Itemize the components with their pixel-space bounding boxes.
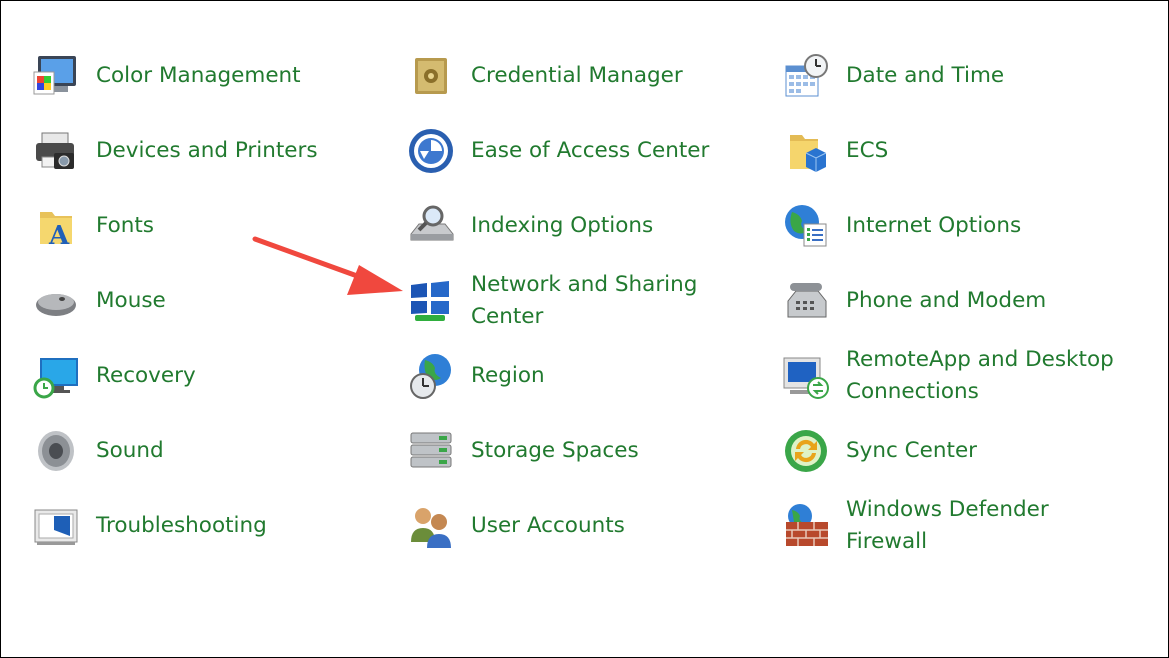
item-label: Sync Center: [846, 438, 978, 463]
date-time-icon: [781, 51, 831, 101]
indexing-options-icon: [406, 201, 456, 251]
item-devices-printers[interactable]: Devices and Printers: [31, 119, 318, 183]
item-label: Phone and Modem: [846, 288, 1047, 313]
item-user-accounts[interactable]: User Accounts: [406, 494, 625, 558]
devices-printers-icon: [31, 126, 81, 176]
firewall-icon: [781, 501, 831, 551]
item-label: Ease of Access Center: [471, 138, 710, 163]
sync-center-icon: [781, 426, 831, 476]
item-fonts[interactable]: A Fonts: [31, 194, 154, 258]
item-label: Indexing Options: [471, 213, 654, 238]
item-remoteapp[interactable]: RemoteApp and Desktop Connections: [781, 344, 1116, 408]
fonts-icon: A: [31, 201, 81, 251]
troubleshooting-icon: [31, 501, 81, 551]
item-sync-center[interactable]: Sync Center: [781, 419, 977, 483]
item-label: Color Management: [96, 63, 301, 88]
item-date-time[interactable]: Date and Time: [781, 44, 1004, 108]
item-ecs[interactable]: ECS: [781, 119, 888, 183]
color-management-icon: [31, 51, 81, 101]
item-label: Mouse: [96, 288, 166, 313]
item-sound[interactable]: Sound: [31, 419, 164, 483]
item-phone-modem[interactable]: Phone and Modem: [781, 269, 1046, 333]
item-troubleshooting[interactable]: Troubleshooting: [31, 494, 267, 558]
svg-text:A: A: [48, 221, 70, 250]
sound-icon: [31, 426, 81, 476]
item-label: Recovery: [96, 363, 196, 388]
ease-of-access-icon: [406, 126, 456, 176]
item-label: Date and Time: [846, 63, 1005, 88]
item-credential-manager[interactable]: Credential Manager: [406, 44, 683, 108]
network-sharing-icon: [406, 276, 456, 326]
internet-options-icon: [781, 201, 831, 251]
item-label: Network and Sharing Center: [471, 272, 698, 329]
region-icon: [406, 351, 456, 401]
item-mouse[interactable]: Mouse: [31, 269, 166, 333]
item-color-management[interactable]: Color Management: [31, 44, 301, 108]
credential-manager-icon: [406, 51, 456, 101]
item-label: Storage Spaces: [471, 438, 639, 463]
item-label: Windows Defender Firewall: [846, 497, 1049, 554]
item-ease-of-access[interactable]: Ease of Access Center: [406, 119, 709, 183]
phone-modem-icon: [781, 276, 831, 326]
item-label: Fonts: [96, 213, 155, 238]
mouse-icon: [31, 276, 81, 326]
item-region[interactable]: Region: [406, 344, 545, 408]
item-label: Devices and Printers: [96, 138, 318, 163]
item-label: Troubleshooting: [96, 513, 267, 538]
remoteapp-icon: [781, 351, 831, 401]
recovery-icon: [31, 351, 81, 401]
item-indexing-options[interactable]: Indexing Options: [406, 194, 653, 258]
item-network-sharing[interactable]: Network and Sharing Center: [406, 269, 741, 333]
item-label: RemoteApp and Desktop Connections: [846, 347, 1114, 404]
item-label: ECS: [846, 138, 889, 163]
item-label: Region: [471, 363, 545, 388]
item-firewall[interactable]: Windows Defender Firewall: [781, 494, 1116, 558]
control-panel-all-items: Color Management Devices and Printers A …: [0, 0, 1169, 658]
item-label: Internet Options: [846, 213, 1022, 238]
item-recovery[interactable]: Recovery: [31, 344, 196, 408]
ecs-folder-icon: [781, 126, 831, 176]
item-internet-options[interactable]: Internet Options: [781, 194, 1021, 258]
item-storage-spaces[interactable]: Storage Spaces: [406, 419, 639, 483]
annotation-arrow: [252, 236, 403, 295]
user-accounts-icon: [406, 501, 456, 551]
storage-spaces-icon: [406, 426, 456, 476]
item-label: Sound: [96, 438, 164, 463]
item-label: Credential Manager: [471, 63, 683, 88]
item-label: User Accounts: [471, 513, 625, 538]
